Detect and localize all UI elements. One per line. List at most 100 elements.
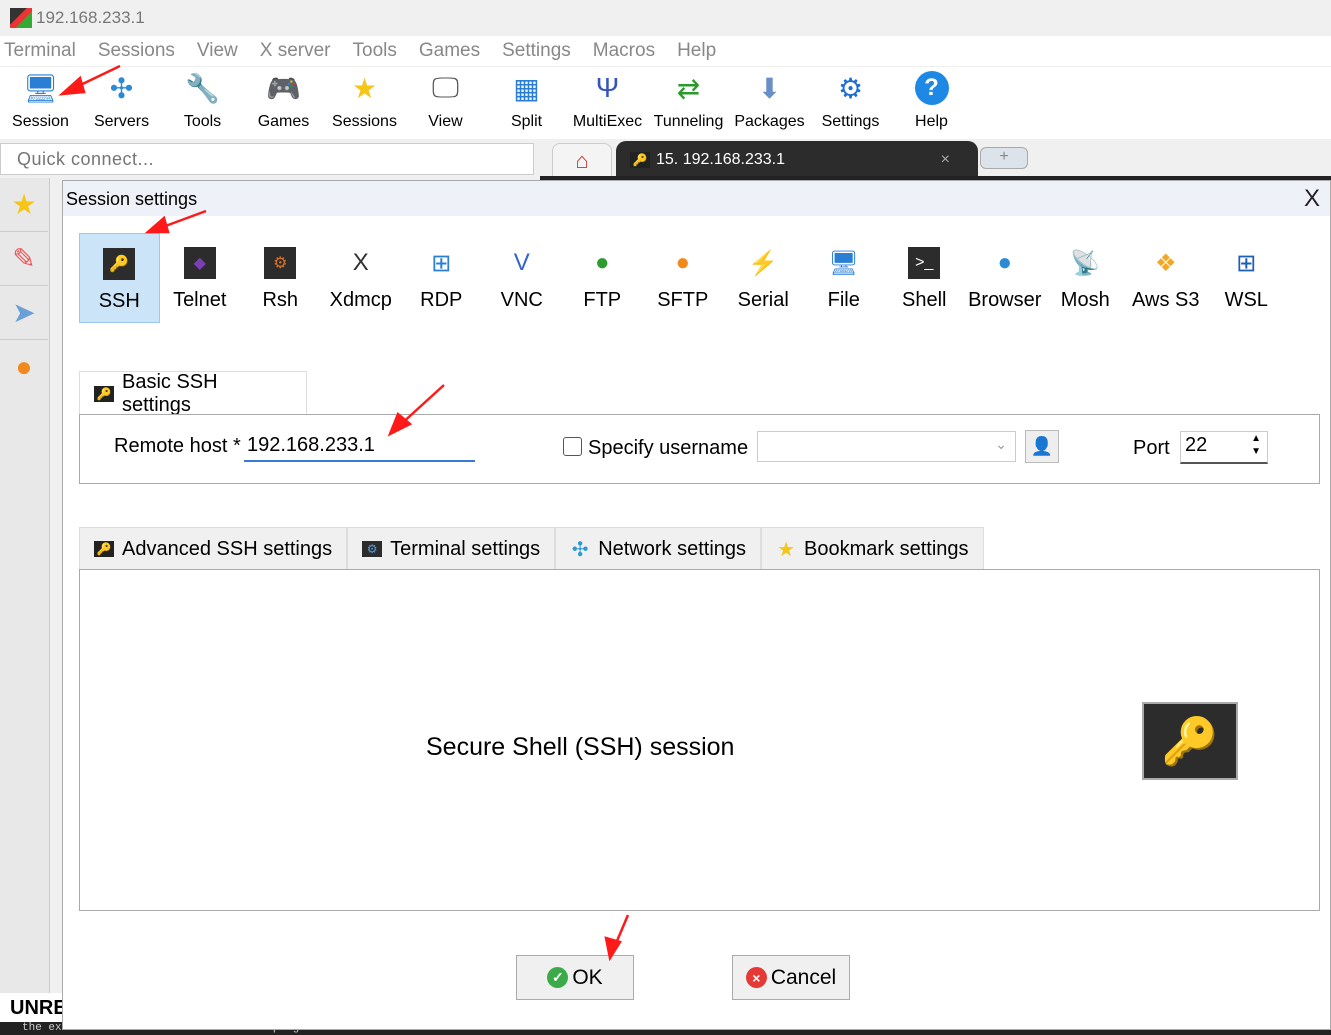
session-type-aws-s3[interactable]: ❖ Aws S3	[1126, 233, 1207, 323]
network-icon: ✣	[571, 538, 589, 561]
menu-x-server[interactable]: X server	[260, 40, 331, 62]
session-type-label: RDP	[420, 289, 463, 311]
view-icon: 🖵	[432, 71, 459, 103]
split-icon: ▦	[513, 72, 540, 104]
file-icon: 🖥	[828, 249, 859, 277]
menu-macros[interactable]: Macros	[593, 40, 655, 62]
toolbar-label: Servers	[93, 113, 150, 130]
session-type-telnet[interactable]: ◆ Telnet	[160, 233, 241, 323]
tab-label: Network settings	[598, 537, 747, 560]
sftp-icon: ●	[675, 249, 691, 276]
tab-label: Basic SSH settings	[121, 370, 218, 416]
title-bar: 192.168.233.1	[0, 0, 1331, 36]
port-stepper[interactable]: 22 ▲ ▼	[1180, 431, 1268, 464]
session-type-rsh[interactable]: ⚙ Rsh	[240, 233, 321, 323]
user-manager-button[interactable]: 👤	[1025, 430, 1059, 463]
mosh-icon: 📡	[1070, 249, 1101, 277]
session-type-rdp[interactable]: ⊞ RDP	[401, 233, 482, 323]
basic-settings-panel: Remote host * Specify username ⌄ 👤 Port …	[79, 414, 1320, 484]
session-type-file[interactable]: 🖥 File	[804, 233, 885, 323]
cancel-button[interactable]: × Cancel	[732, 955, 850, 1000]
toolbar-label: Settings	[821, 113, 880, 130]
gear-icon: ⚙	[837, 72, 864, 104]
session-type-mosh[interactable]: 📡 Mosh	[1045, 233, 1126, 323]
toolbar-session-button[interactable]: 🖥 Session	[0, 67, 81, 139]
session-tab[interactable]: 🔑 15. 192.168.233.1 ×	[616, 141, 978, 179]
toolbar-settings-button[interactable]: ⚙ Settings	[810, 67, 891, 139]
close-tab-button[interactable]: ×	[941, 151, 950, 169]
ok-button[interactable]: ✓ OK	[516, 955, 634, 1000]
left-sidebar: ★ ✎ ➤ ●	[0, 178, 50, 993]
session-type-serial[interactable]: ⚡ Serial	[723, 233, 804, 323]
menu-games[interactable]: Games	[419, 40, 480, 62]
session-type-list: 🔑 SSH ◆ Telnet ⚙ Rsh X Xdmcp ⊞ RDP V VNC ● FTP ● SFTP ⚡ S…	[79, 233, 1287, 323]
toolbar: 🖥 Session ✣ Servers 🔧 Tools 🎮 Games ★ Sessions 🖵 Vi…	[0, 67, 1331, 139]
toolbar-multiexec-button[interactable]: Ψ MultiExec	[567, 67, 648, 139]
session-type-wsl[interactable]: ⊞ WSL	[1206, 233, 1287, 323]
tab-label: Bookmark settings	[804, 537, 969, 560]
telnet-icon: ◆	[183, 247, 216, 279]
port-value: 22	[1185, 434, 1208, 456]
session-type-shell[interactable]: >_ Shell	[884, 233, 965, 323]
sidebar-macros[interactable]: ➤	[0, 286, 48, 340]
toolbar-tools-button[interactable]: 🔧 Tools	[162, 67, 243, 139]
tab-bookmark-settings[interactable]: ★ Bookmark settings	[761, 527, 984, 570]
toolbar-help-button[interactable]: ? Help	[891, 67, 972, 139]
tab-basic-ssh-settings[interactable]: 🔑 Basic SSH settings	[79, 370, 307, 416]
session-type-xdmcp[interactable]: X Xdmcp	[321, 233, 402, 323]
home-tab[interactable]: ⌂	[552, 143, 612, 178]
toolbar-view-button[interactable]: 🖵 View	[405, 67, 486, 139]
shell-icon: >_	[908, 247, 941, 279]
session-type-label: Rsh	[262, 289, 299, 311]
toolbar-label: Tunneling	[653, 113, 724, 130]
username-select[interactable]: ⌄	[757, 431, 1016, 462]
menu-terminal[interactable]: Terminal	[4, 40, 76, 62]
specify-username-checkbox[interactable]	[563, 437, 582, 456]
remote-host-input[interactable]	[244, 431, 475, 462]
menu-sessions[interactable]: Sessions	[98, 40, 175, 62]
tab-terminal-settings[interactable]: ⚙ Terminal settings	[347, 527, 556, 570]
toolbar-packages-button[interactable]: ⬇ Packages	[729, 67, 810, 139]
toolbar-label: Tools	[183, 113, 222, 130]
quick-connect-input[interactable]	[0, 143, 534, 175]
tab-advanced-ssh-settings[interactable]: 🔑 Advanced SSH settings	[79, 527, 348, 570]
stepper-arrows-icon[interactable]: ▲ ▼	[1251, 432, 1261, 458]
xdmcp-icon: X	[352, 249, 369, 276]
ftp-icon: ●	[595, 249, 610, 276]
chevron-down-icon: ⌄	[995, 436, 1007, 452]
menu-view[interactable]: View	[197, 40, 238, 62]
toolbar-sessions-button[interactable]: ★ Sessions	[324, 67, 405, 139]
sidebar-sftp[interactable]: ●	[0, 340, 48, 394]
tab-network-settings[interactable]: ✣ Network settings	[555, 527, 762, 570]
menu-help[interactable]: Help	[677, 40, 716, 62]
close-dialog-button[interactable]: X	[1304, 185, 1320, 213]
help-icon: ?	[914, 71, 949, 105]
toolbar-servers-button[interactable]: ✣ Servers	[81, 67, 162, 139]
servers-icon: ✣	[109, 72, 134, 104]
app-icon	[10, 8, 32, 28]
packages-icon: ⬇	[757, 72, 782, 104]
sidebar-tools[interactable]: ✎	[0, 232, 48, 286]
port-label: Port	[1133, 437, 1170, 459]
tunneling-icon: ⇄	[676, 72, 701, 104]
session-type-vnc[interactable]: V VNC	[482, 233, 563, 323]
new-tab-button[interactable]: +	[980, 147, 1028, 169]
session-type-ftp[interactable]: ● FTP	[562, 233, 643, 323]
session-type-label: SFTP	[657, 289, 709, 311]
menu-tools[interactable]: Tools	[353, 40, 397, 62]
toolbar-tunneling-button[interactable]: ⇄ Tunneling	[648, 67, 729, 139]
star-icon: ★	[11, 189, 37, 220]
wsl-icon: ⊞	[1236, 249, 1257, 277]
sidebar-sessions[interactable]: ★	[0, 178, 48, 232]
toolbar-games-button[interactable]: 🎮 Games	[243, 67, 324, 139]
session-type-browser[interactable]: ● Browser	[965, 233, 1046, 323]
toolbar-label: Games	[257, 113, 310, 130]
multiexec-icon: Ψ	[595, 72, 620, 103]
key-icon: 🔑	[94, 541, 114, 557]
aws-s3-icon: ❖	[1154, 249, 1177, 277]
session-type-sftp[interactable]: ● SFTP	[643, 233, 724, 323]
menu-settings[interactable]: Settings	[502, 40, 571, 62]
toolbar-split-button[interactable]: ▦ Split	[486, 67, 567, 139]
menu-bar: Terminal Sessions View X server Tools Games Se…	[0, 36, 1331, 67]
session-type-ssh[interactable]: 🔑 SSH	[79, 233, 160, 323]
